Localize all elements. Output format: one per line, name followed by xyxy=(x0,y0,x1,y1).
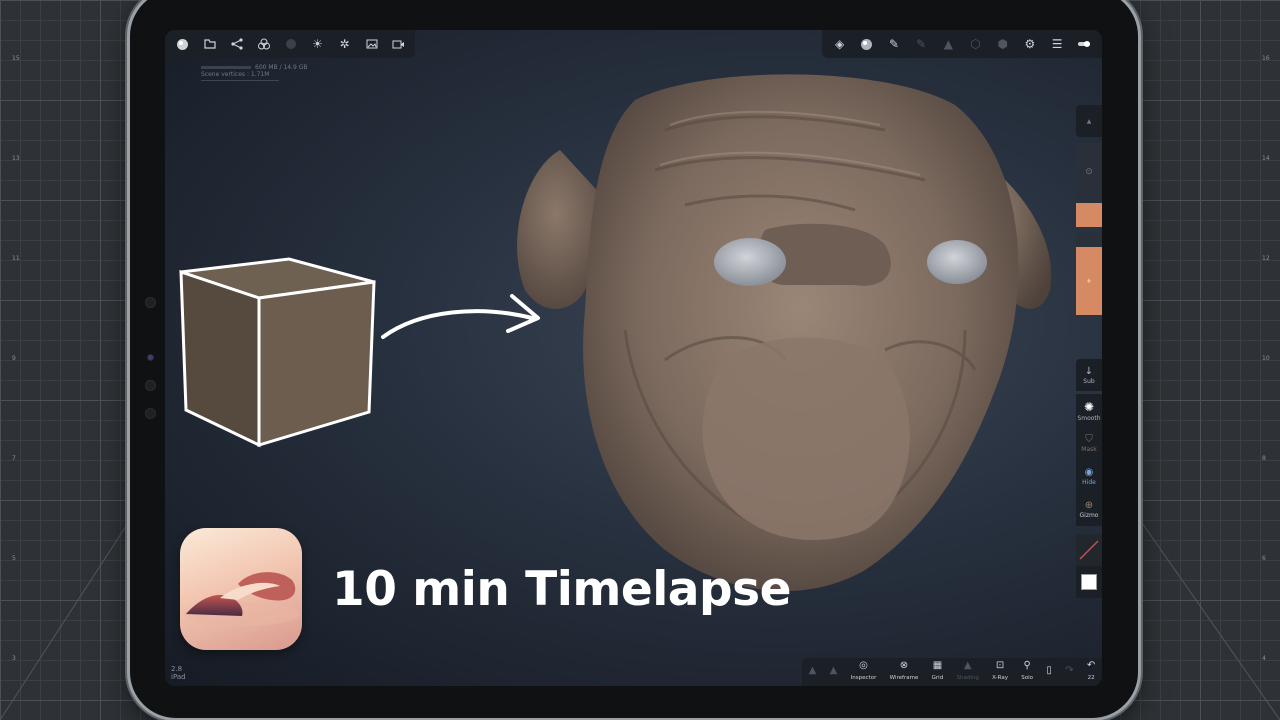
sliders-icon[interactable]: ☰ xyxy=(1044,30,1071,58)
right-eye xyxy=(927,240,987,284)
image-icon[interactable] xyxy=(358,30,385,58)
intensity-slider[interactable]: ♦ xyxy=(1076,247,1102,315)
share-nodes-icon[interactable] xyxy=(223,30,250,58)
smooth-label: Smooth xyxy=(1077,414,1101,422)
gear-wheel-icon[interactable]: ✲ xyxy=(331,30,358,58)
scene-stats: 600 MB / 14.9 GB Scene vertices : 1.71M xyxy=(201,64,308,81)
flame-icon: ♦ xyxy=(1086,277,1092,285)
circle-dot-icon: ⊙ xyxy=(1085,167,1093,177)
layers-icon[interactable] xyxy=(250,30,277,58)
stroke-preview[interactable] xyxy=(1076,534,1102,566)
hide-tool[interactable]: ◉ Hide xyxy=(1076,460,1102,493)
redo-button[interactable]: ↷ xyxy=(1065,666,1073,678)
shield-icon: ⛉ xyxy=(1085,434,1093,445)
triangle-icon: ▲ xyxy=(963,660,972,671)
mask-label: Mask xyxy=(1081,446,1097,453)
smooth-icon: ✺ xyxy=(1083,399,1095,414)
folder-icon[interactable] xyxy=(196,30,223,58)
grid-button[interactable]: ▦ Grid xyxy=(932,661,944,683)
triangle-icon[interactable]: ▲ xyxy=(809,666,817,678)
left-eye xyxy=(714,238,786,286)
sphere-icon[interactable] xyxy=(169,30,196,58)
right-tool-column: ▲ ⊙ ♦ ↓ Sub ✺ Smooth ⛉ Mask ◉ Hide ⊕ Giz… xyxy=(1076,105,1102,598)
top-left-toolbar: ☀ ✲ xyxy=(165,30,415,58)
matcap-icon[interactable] xyxy=(853,30,880,58)
phone-icon: ▯ xyxy=(1046,665,1052,676)
gizmo-icon: ⊕ xyxy=(1084,500,1094,511)
pen-icon[interactable]: ✎ xyxy=(908,30,935,58)
bottom-toolbar: ▲ ▲ ◎ Inspector ⊗ Wireframe ▦ Grid ▲ Shading… xyxy=(802,658,1102,686)
sub-label: Sub xyxy=(1083,377,1095,385)
wireframe-button[interactable]: ⊗ Wireframe xyxy=(890,661,919,683)
intensity-track[interactable] xyxy=(1076,233,1102,247)
version-label: 2.8 iPad xyxy=(171,665,186,681)
mask-tool[interactable]: ⛉ Mask xyxy=(1076,427,1102,460)
nomad-sculpt-logo xyxy=(180,528,302,650)
xray-button[interactable]: ⊡ X-Ray xyxy=(992,661,1008,683)
solo-button[interactable]: ⚲ Solo xyxy=(1021,661,1033,683)
material-icon[interactable]: ◈ xyxy=(826,30,853,58)
hex-icon[interactable]: ⬢ xyxy=(989,30,1016,58)
hide-label: Hide xyxy=(1082,479,1096,486)
eye-icon: ◉ xyxy=(1084,467,1094,478)
white-swatch xyxy=(1081,574,1097,590)
memory-readout: 600 MB / 14.9 GB xyxy=(255,64,308,71)
camera-dot xyxy=(147,354,154,361)
color-picker[interactable] xyxy=(1076,566,1102,598)
gizmo-label: Gizmo xyxy=(1079,512,1099,519)
top-right-toolbar: ◈ ✎ ✎ ▲ ⬡ ⬢ ⚙ ☰ xyxy=(822,30,1102,58)
side-button xyxy=(145,408,156,419)
device-button[interactable]: ▯ xyxy=(1046,666,1052,678)
circle-icon[interactable] xyxy=(277,30,304,58)
search-icon: ⚲ xyxy=(1023,660,1031,671)
version-number: 2.8 xyxy=(171,665,183,673)
settings-icon[interactable]: ⚙ xyxy=(1016,30,1043,58)
inspector-icon: ◎ xyxy=(859,660,868,671)
lock-icon[interactable]: ⬡ xyxy=(962,30,989,58)
wireframe-icon: ⊗ xyxy=(899,660,909,671)
undo-icon: ↶ xyxy=(1086,660,1096,671)
sub-tool[interactable]: ↓ Sub xyxy=(1076,359,1102,391)
device-name: iPad xyxy=(171,673,186,681)
triangle-icon[interactable]: ▲ xyxy=(935,30,962,58)
brush-icon[interactable]: ✎ xyxy=(880,30,907,58)
color-swatch[interactable] xyxy=(1076,203,1102,227)
redo-icon: ↷ xyxy=(1065,665,1074,676)
triangle-icon[interactable]: ▲ xyxy=(830,666,838,678)
pug-muzzle xyxy=(702,337,910,540)
inspector-button[interactable]: ◎ Inspector xyxy=(851,661,877,683)
gizmo-tool[interactable]: ⊕ Gizmo xyxy=(1076,493,1102,526)
toggle-icon[interactable] xyxy=(1071,30,1098,58)
side-button xyxy=(145,380,156,391)
side-button xyxy=(145,297,156,308)
xray-icon: ⊡ xyxy=(995,660,1005,671)
video-title: 10 min Timelapse xyxy=(332,562,792,617)
warning-tool[interactable]: ▲ xyxy=(1076,105,1102,137)
warning-icon: ▲ xyxy=(1086,117,1092,125)
shading-button[interactable]: ▲ Shading xyxy=(957,661,979,683)
grid-icon: ▦ xyxy=(932,660,943,671)
undo-button[interactable]: ↶ 22 xyxy=(1087,661,1095,683)
size-slider[interactable]: ⊙ xyxy=(1076,143,1102,201)
video-icon[interactable] xyxy=(385,30,412,58)
vertex-count: Scene vertices : 1.71M xyxy=(201,71,270,78)
download-arrow-icon: ↓ xyxy=(1084,365,1094,377)
smooth-tool[interactable]: ✺ Smooth xyxy=(1076,394,1102,427)
sun-icon[interactable]: ☀ xyxy=(304,30,331,58)
